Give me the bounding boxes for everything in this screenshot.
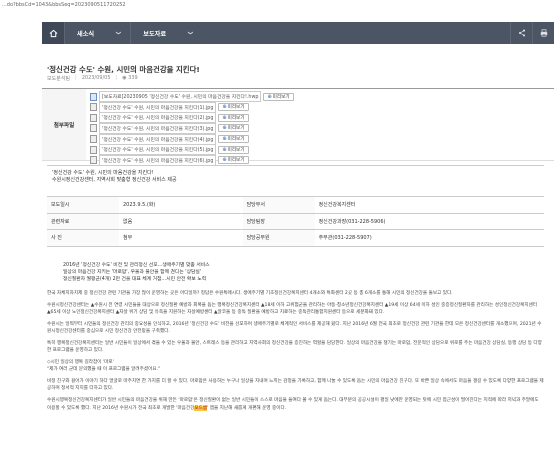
- attachment-row: '정신건강 수도' 수원, 시민의 마음건강을 지킨다(5).jpg ⊕ 미리보기: [90, 144, 294, 156]
- preview-label: 미리보기: [227, 158, 245, 164]
- magnifier-icon: ⊕: [222, 136, 227, 142]
- department: 보도분석팀: [47, 76, 71, 82]
- table-value: 정신건강복지센터: [314, 196, 544, 214]
- home-icon: [49, 29, 57, 37]
- table-key: 담당부서: [242, 196, 315, 214]
- table-row: 사 진 첨부 담당공무원 주무관(031-228-5907): [47, 229, 544, 247]
- body-paragraph: 특히 행복정신건강복지센터는 일반 시민들이 일상에서 겪을 수 있는 우울과 …: [47, 340, 542, 354]
- preview-label: 미리보기: [227, 115, 245, 121]
- attachment-name-link[interactable]: '정신건강 수도' 수원, 시민의 마음건강을 지킨다(1).jpg: [99, 101, 217, 113]
- body-paragraph: ◇시민 일상의 행복 길라잡이 '마로' "제가 여러 군데 문의했을 때 이 프…: [47, 360, 161, 373]
- preview-button[interactable]: ⊕ 미리보기: [218, 113, 249, 122]
- table-value: 없음: [119, 212, 243, 230]
- article-meta: 보도분석팀 | 2023/09/05 | ◉ 339: [47, 75, 138, 82]
- article-body: 한국 자체지자치제 중 정신건강 관련 기관을 가장 많이 운영하는 곳은 어디…: [47, 290, 544, 416]
- body-paragraph: 비정 친구와 걸어가 이야기 하다 얼굴로 마주치면 한 가지를 더 할 수 있…: [47, 379, 544, 392]
- table-key: 담당팀장: [242, 212, 315, 230]
- url-bar[interactable]: ...do?bbsCd=1043&bbsSeq=2023090511720252: [0, 0, 560, 12]
- divider: |: [115, 75, 118, 81]
- attachment-list: [보도자료]20230905 '정신건강 수도' 수원, 시민의 마음건강을 지…: [86, 89, 298, 166]
- body-paragraph: 수원시정신건강센터는 ▲수원시 전 연령 시민들을 대상으로 정신질환 예방과 …: [47, 302, 538, 316]
- preview-button[interactable]: ⊕ 미리보기: [218, 145, 249, 154]
- image-file-icon: [90, 135, 97, 143]
- nav-actions: [510, 22, 554, 44]
- info-table: 보도일시 2023.9.5.(화) 담당부서 정신건강복지센터 관련자료 없음 담당팀장 정신…: [47, 196, 544, 247]
- nav-crumb-press[interactable]: 보도자료 ❯: [130, 22, 202, 44]
- image-file-icon: [90, 113, 97, 122]
- image-file-icon: [90, 103, 97, 112]
- preview-button[interactable]: ⊕ 미리보기: [218, 103, 249, 112]
- nav-crumb-news[interactable]: 새소식 ❯: [64, 22, 130, 44]
- magnifier-icon: ⊕: [222, 157, 227, 164]
- table-row: 관련자료 없음 담당팀장 정신건강과장(031-228-5906): [47, 212, 544, 230]
- attachment-row: '정신건강 수도' 수원, 시민의 마음건강을 지킨다(4).jpg ⊕ 미리보기: [90, 133, 294, 145]
- hwp-file-icon: [90, 92, 97, 101]
- nav-crumb-label: 보도자료: [143, 30, 167, 38]
- image-file-icon: [90, 145, 97, 154]
- magnifier-icon: ⊕: [267, 93, 272, 100]
- print-button[interactable]: [532, 22, 554, 44]
- lead-line: 수원시정신건강센터, 지역사회 맞춤형 정신건강 서비스 제공: [52, 177, 177, 184]
- table-value: 첨부: [119, 229, 243, 247]
- attachments-label: 첨부파일: [42, 89, 86, 160]
- table-row: 보도일시 2023.9.5.(화) 담당부서 정신건강복지센터: [47, 196, 544, 214]
- preview-button[interactable]: ⊕ 미리보기: [263, 92, 294, 101]
- magnifier-icon: ⊕: [222, 114, 227, 121]
- nav-crumb-label: 새소식: [77, 30, 95, 38]
- attachment-row: '정신건강 수도' 수원, 시민의 마음건강을 지킨다(3).jpg ⊕ 미리보기: [90, 122, 294, 134]
- highlight-mark: 모드앱: [194, 405, 208, 411]
- attachment-name-link[interactable]: [보도자료]20230905 '정신건강 수도' 수원, 시민의 마음건강을 지…: [99, 91, 262, 103]
- preview-label: 미리보기: [227, 137, 245, 142]
- view-count: ◉ 339: [122, 75, 138, 82]
- summary-line: 2016년 '정신건강 수도' 비전 및 관리정신 선포…생애주기별 맞춤 서비…: [63, 263, 210, 268]
- body-paragraph: 한국 자체지자치제 중 정신건강 관련 기관을 가장 많이 운영하는 곳은 어디…: [47, 291, 453, 296]
- table-value: 정신건강과장(031-228-5906): [314, 212, 544, 230]
- attachment-name-link[interactable]: '정신건강 수도' 수원, 시민의 마음건강을 지킨다(2).jpg: [99, 112, 217, 124]
- attachment-name-link[interactable]: '정신건강 수도' 수원, 시민의 마음건강을 지킨다(3).jpg: [99, 122, 217, 134]
- attachment-name-link[interactable]: '정신건강 수도' 수원, 시민의 마음건강을 지킨다(5).jpg: [99, 144, 217, 156]
- table-value: 주무관(031-228-5907): [314, 229, 544, 247]
- preview-label: 미리보기: [227, 147, 245, 153]
- preview-button[interactable]: ⊕ 미리보기: [218, 124, 249, 133]
- table-key: 보도일시: [47, 196, 119, 214]
- body-paragraph: 수원시행복정신건강복지센터가 일반 시민들의 마음건강을 위해 만든 '마로맘'…: [47, 398, 539, 411]
- attachment-name-link[interactable]: '정신건강 수도' 수원, 시민의 마음건강을 지킨다(4).jpg: [99, 133, 217, 145]
- nav-bar: 새소식 ❯ 보도자료 ❯: [42, 22, 554, 44]
- magnifier-icon: ⊕: [222, 146, 227, 153]
- view-count-value: 339: [128, 75, 138, 81]
- preview-label: 미리보기: [227, 105, 245, 111]
- page-title: '정신건강 수도' 수원, 시민의 마음건강을 지킨다!: [47, 65, 200, 74]
- magnifier-icon: ⊕: [222, 104, 227, 111]
- image-file-icon: [90, 156, 97, 165]
- home-button[interactable]: [42, 22, 64, 44]
- body-paragraph: 수원시는 일찍부터 시민들의 정신건강 관리의 중요성을 인식하고, 2016년…: [47, 321, 542, 335]
- preview-button[interactable]: ⊕ 미리보기: [218, 156, 249, 165]
- divider: |: [75, 75, 77, 81]
- lead-box: '정신건강 수도' 수원, 시민의 마음건강을 지킨다! 수원시정신건강센터, …: [47, 165, 544, 189]
- chevron-down-icon: ❯: [187, 30, 194, 36]
- magnifier-icon: ⊕: [222, 125, 227, 132]
- chevron-down-icon: ❯: [115, 30, 122, 36]
- attachment-row: '정신건강 수도' 수원, 시민의 마음건강을 지킨다(2).jpg ⊕ 미리보기: [90, 112, 294, 124]
- image-file-icon: [90, 124, 97, 133]
- print-icon: [540, 29, 547, 37]
- table-key: 담당공무원: [242, 229, 315, 247]
- summary-line: 일상의 마음건강 지키는 '마로맘', 우울과 불안을 함께 견디는 '상담실': [63, 270, 202, 275]
- attachment-row: '정신건강 수도' 수원, 시민의 마음건강을 지킨다(6).jpg ⊕ 미리보기: [90, 154, 294, 166]
- preview-button[interactable]: ⊕ 미리보기: [218, 135, 249, 143]
- attachments: 첨부파일 [보도자료]20230905 '정신건강 수도' 수원, 시민의 마음…: [42, 88, 554, 166]
- attachment-row: '정신건강 수도' 수원, 시민의 마음건강을 지킨다(1).jpg ⊕ 미리보기: [90, 101, 294, 113]
- post-date: 2023/09/05: [81, 75, 111, 81]
- preview-label: 미리보기: [272, 94, 290, 100]
- summary-box: 2016년 '정신건강 수도' 비전 및 관리정신 선포…생애주기별 맞춤 서비…: [47, 262, 544, 284]
- table-key: 사 진: [47, 229, 119, 247]
- share-button[interactable]: [510, 22, 532, 44]
- table-key: 관련자료: [47, 212, 119, 230]
- table-value: 2023.9.5.(화): [119, 196, 243, 214]
- attachment-row: [보도자료]20230905 '정신건강 수도' 수원, 시민의 마음건강을 지…: [90, 91, 294, 103]
- preview-label: 미리보기: [227, 126, 245, 132]
- summary-line: 정신질환자 월평균(4개) 2만 건을 대표 체계 거점…시민 안전 확보 노력: [63, 277, 207, 282]
- share-icon: [518, 29, 525, 37]
